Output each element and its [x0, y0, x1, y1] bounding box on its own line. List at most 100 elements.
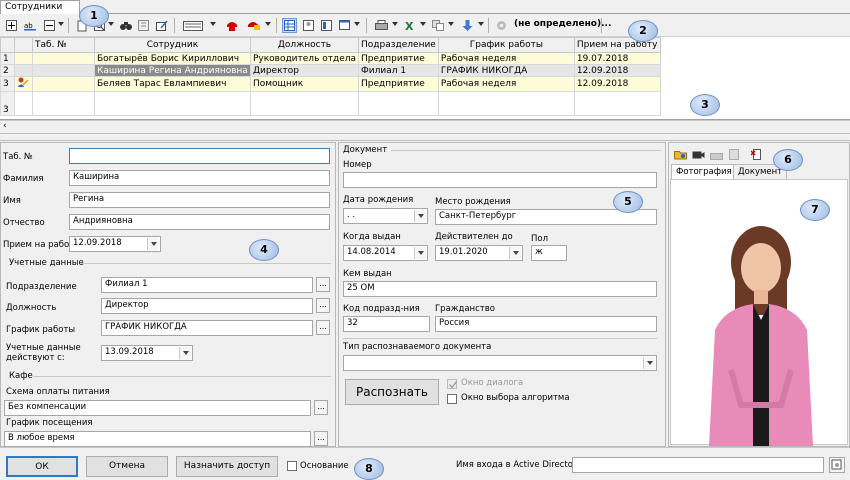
cell-schedule[interactable]: Рабочая неделя: [437, 76, 575, 92]
card-icon[interactable]: [246, 18, 261, 33]
camera-icon[interactable]: [691, 147, 706, 162]
cell-tab[interactable]: [32, 52, 95, 65]
hire-date-input[interactable]: 12.09.2018: [69, 236, 161, 252]
cell-schedule[interactable]: Рабочая неделя: [437, 52, 575, 65]
schedule-input[interactable]: ГРАФИК НИКОГДА: [101, 320, 313, 336]
grid-col-employee[interactable]: Сотрудник: [94, 37, 251, 53]
calendar-icon[interactable]: [337, 18, 352, 33]
download-icon[interactable]: [460, 18, 475, 33]
chevron-down-icon[interactable]: [509, 247, 521, 259]
chevron-down-icon[interactable]: [414, 210, 426, 222]
meal-scheme-browse-button[interactable]: ...: [314, 400, 328, 415]
table-row-selected[interactable]: 2 Каширина Регина Андрияновна Директор Ф…: [0, 64, 661, 77]
citizenship-input[interactable]: Россия: [435, 316, 657, 332]
excel-icon[interactable]: X: [402, 18, 417, 33]
chevron-down-icon[interactable]: [420, 22, 426, 26]
grid-col-department[interactable]: Подразделение: [358, 37, 439, 53]
tab-employees[interactable]: Сотрудники: [0, 0, 80, 14]
recognize-button[interactable]: Распознать: [345, 379, 439, 405]
layout-icon[interactable]: [319, 18, 334, 33]
grid-col-tab[interactable]: Таб. №: [32, 37, 95, 53]
birthdate-input[interactable]: . .: [343, 208, 428, 224]
surname-input[interactable]: Каширина: [69, 170, 330, 186]
chevron-down-icon[interactable]: [354, 22, 360, 26]
position-browse-button[interactable]: ...: [316, 298, 330, 313]
table-row[interactable]: 3 Беляев Тарас Евлампиевич Помощник Пред…: [0, 76, 661, 92]
issuer-input[interactable]: 25 ОМ: [343, 281, 657, 297]
select-icon[interactable]: [136, 18, 151, 33]
chevron-down-icon[interactable]: [179, 347, 191, 359]
cell-hired[interactable]: 12.09.2018: [573, 76, 661, 92]
basis-checkbox[interactable]: [287, 461, 297, 471]
department-input[interactable]: Филиал 1: [101, 277, 313, 293]
position-input[interactable]: Директор: [101, 298, 313, 314]
grid-col-position[interactable]: Должность: [249, 37, 360, 53]
number-input[interactable]: [343, 172, 657, 188]
valid-until-input[interactable]: 19.01.2020: [435, 245, 523, 261]
cell-tab[interactable]: [32, 64, 95, 77]
cell-employee[interactable]: Каширина Регина Андрияновна: [94, 64, 251, 77]
chevron-down-icon[interactable]: [448, 22, 454, 26]
department-browse-button[interactable]: ...: [316, 277, 330, 292]
chevron-down-icon[interactable]: [210, 22, 216, 26]
cell-schedule[interactable]: ГРАФИК НИКОГДА: [437, 64, 575, 77]
cell-department[interactable]: Филиал 1: [358, 64, 439, 77]
copy2-icon[interactable]: [430, 18, 445, 33]
cancel-button[interactable]: Отмена: [86, 456, 168, 477]
dept-code-input[interactable]: 32: [343, 316, 430, 332]
phone-icon[interactable]: [224, 18, 239, 33]
ok-button[interactable]: ОК: [6, 456, 78, 477]
grid-col-schedule[interactable]: График работы: [437, 37, 575, 53]
algorithm-checkbox[interactable]: [447, 394, 457, 404]
chevron-down-icon[interactable]: [414, 247, 426, 259]
chevron-down-icon[interactable]: [392, 22, 398, 26]
remove-icon[interactable]: [42, 18, 57, 33]
settings-icon[interactable]: [494, 18, 509, 33]
print-icon[interactable]: [374, 18, 389, 33]
cell-position[interactable]: Помощник: [249, 76, 360, 92]
cell-position[interactable]: Директор: [249, 64, 360, 77]
ad-lookup-button[interactable]: [829, 457, 845, 473]
visit-schedule-input[interactable]: В любое время: [4, 431, 311, 447]
edit-icon[interactable]: [154, 18, 169, 33]
abl-icon[interactable]: ab: [22, 18, 37, 33]
splitter[interactable]: [0, 133, 850, 141]
chevron-down-icon[interactable]: [58, 22, 64, 26]
binoculars-icon[interactable]: [118, 18, 133, 33]
tab-photo[interactable]: Фотография: [671, 164, 737, 179]
cell-position[interactable]: Руководитель отдела: [249, 52, 360, 65]
grid-icon[interactable]: [282, 18, 297, 33]
filter-text[interactable]: (не определено)...: [514, 19, 611, 29]
chevron-down-icon[interactable]: [108, 22, 114, 26]
assign-access-button[interactable]: Назначить доступ: [176, 456, 278, 477]
valid-from-input[interactable]: 13.09.2018: [101, 345, 193, 361]
issue-date-input[interactable]: 14.08.2014: [343, 245, 428, 261]
add-icon[interactable]: [4, 18, 19, 33]
table-row[interactable]: 1 Богатырёв Борис Кириллович Руководител…: [0, 52, 661, 65]
dialog-checkbox[interactable]: [447, 379, 458, 389]
calendar-dropdown-icon[interactable]: [147, 238, 159, 250]
name-input[interactable]: Регина: [69, 192, 330, 208]
delete-photo-icon[interactable]: [749, 147, 764, 162]
cell-hired[interactable]: 12.09.2018: [573, 64, 661, 77]
doctype-select[interactable]: [343, 355, 657, 371]
cell-tab[interactable]: [32, 76, 95, 92]
horizontal-scrollbar[interactable]: ‹: [0, 120, 850, 132]
cell-hired[interactable]: 19.07.2018: [573, 52, 661, 65]
photo-icon[interactable]: [301, 18, 316, 33]
cell-employee[interactable]: Беляев Тарас Евлампиевич: [94, 76, 251, 92]
chevron-down-icon[interactable]: [478, 22, 484, 26]
wide-icon[interactable]: [182, 18, 204, 33]
open-folder-icon[interactable]: [673, 147, 688, 162]
visit-schedule-browse-button[interactable]: ...: [314, 431, 328, 446]
chevron-down-icon[interactable]: [643, 357, 655, 369]
patronymic-input[interactable]: Андрияновна: [69, 214, 330, 230]
cell-department[interactable]: Предприятие: [358, 76, 439, 92]
scroll-left-icon[interactable]: ‹: [3, 121, 7, 131]
cell-employee[interactable]: Богатырёв Борис Кириллович: [94, 52, 251, 65]
meal-scheme-input[interactable]: Без компенсации: [4, 400, 311, 416]
schedule-browse-button[interactable]: ...: [316, 320, 330, 335]
chevron-down-icon[interactable]: [265, 22, 271, 26]
tab-number-input[interactable]: [69, 148, 330, 164]
cell-department[interactable]: Предприятие: [358, 52, 439, 65]
